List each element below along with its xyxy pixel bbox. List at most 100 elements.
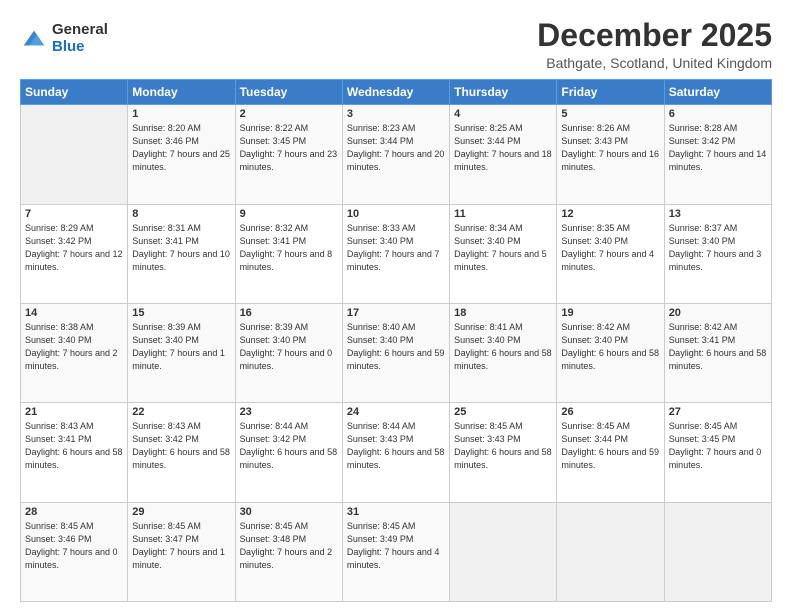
header-monday: Monday xyxy=(128,80,235,105)
day-number: 2 xyxy=(240,108,338,120)
day-number: 4 xyxy=(454,108,552,120)
cell-w5-d5 xyxy=(450,502,557,601)
day-info: Sunrise: 8:41 AMSunset: 3:40 PMDaylight:… xyxy=(454,321,552,373)
cell-w1-d1 xyxy=(21,105,128,204)
header-sunday: Sunday xyxy=(21,80,128,105)
day-number: 6 xyxy=(669,108,767,120)
cell-w3-d6: 19 Sunrise: 8:42 AMSunset: 3:40 PMDayligh… xyxy=(557,303,664,402)
day-info: Sunrise: 8:45 AMSunset: 3:47 PMDaylight:… xyxy=(132,520,230,572)
day-number: 23 xyxy=(240,406,338,418)
week-row-3: 14Sunrise: 8:38 AMSunset: 3:40 PMDayligh… xyxy=(21,303,772,402)
day-info: Sunrise: 8:44 AMSunset: 3:43 PMDaylight:… xyxy=(347,420,445,472)
day-info: Sunrise: 8:31 AMSunset: 3:41 PMDaylight:… xyxy=(132,222,230,274)
cell-w3-d3: 16Sunrise: 8:39 AMSunset: 3:40 PMDayligh… xyxy=(235,303,342,402)
day-info: Sunrise: 8:40 AMSunset: 3:40 PMDaylight:… xyxy=(347,321,445,373)
logo: General Blue xyxy=(20,22,108,55)
day-number: 5 xyxy=(561,108,659,120)
day-number: 11 xyxy=(454,208,552,220)
header: General Blue December 2025 Bathgate, Sco… xyxy=(20,18,772,71)
day-info: Sunrise: 8:37 AMSunset: 3:40 PMDaylight:… xyxy=(669,222,767,274)
cell-w5-d4: 31 Sunrise: 8:45 AMSunset: 3:49 PMDayligh… xyxy=(342,502,449,601)
cell-w5-d7 xyxy=(664,502,771,601)
cell-w3-d2: 15 Sunrise: 8:39 AMSunset: 3:40 PMDayligh… xyxy=(128,303,235,402)
day-number: 26 xyxy=(561,406,659,418)
day-info: Sunrise: 8:38 AMSunset: 3:40 PMDaylight:… xyxy=(25,321,123,373)
cell-w2-d7: 13 Sunrise: 8:37 AMSunset: 3:40 PMDayligh… xyxy=(664,204,771,303)
day-number: 1 xyxy=(132,108,230,120)
header-saturday: Saturday xyxy=(664,80,771,105)
cell-w1-d4: 3 Sunrise: 8:23 AMSunset: 3:44 PMDaylight… xyxy=(342,105,449,204)
header-thursday: Thursday xyxy=(450,80,557,105)
day-info: Sunrise: 8:26 AMSunset: 3:43 PMDaylight:… xyxy=(561,122,659,174)
day-number: 19 xyxy=(561,307,659,319)
week-row-5: 28 Sunrise: 8:45 AMSunset: 3:46 PMDayligh… xyxy=(21,502,772,601)
day-info: Sunrise: 8:33 AMSunset: 3:40 PMDaylight:… xyxy=(347,222,445,274)
cell-w3-d5: 18 Sunrise: 8:41 AMSunset: 3:40 PMDayligh… xyxy=(450,303,557,402)
day-number: 15 xyxy=(132,307,230,319)
week-row-4: 21Sunrise: 8:43 AMSunset: 3:41 PMDayligh… xyxy=(21,403,772,502)
day-info: Sunrise: 8:43 AMSunset: 3:42 PMDaylight:… xyxy=(132,420,230,472)
cell-w1-d6: 5 Sunrise: 8:26 AMSunset: 3:43 PMDaylight… xyxy=(557,105,664,204)
day-info: Sunrise: 8:45 AMSunset: 3:48 PMDaylight:… xyxy=(240,520,338,572)
day-info: Sunrise: 8:25 AMSunset: 3:44 PMDaylight:… xyxy=(454,122,552,174)
day-info: Sunrise: 8:43 AMSunset: 3:41 PMDaylight:… xyxy=(25,420,123,472)
header-row: Sunday Monday Tuesday Wednesday Thursday… xyxy=(21,80,772,105)
cell-w2-d6: 12Sunrise: 8:35 AMSunset: 3:40 PMDayligh… xyxy=(557,204,664,303)
cell-w1-d5: 4 Sunrise: 8:25 AMSunset: 3:44 PMDaylight… xyxy=(450,105,557,204)
cell-w4-d2: 22Sunrise: 8:43 AMSunset: 3:42 PMDayligh… xyxy=(128,403,235,502)
day-info: Sunrise: 8:28 AMSunset: 3:42 PMDaylight:… xyxy=(669,122,767,174)
day-info: Sunrise: 8:32 AMSunset: 3:41 PMDaylight:… xyxy=(240,222,338,274)
day-number: 29 xyxy=(132,506,230,518)
week-row-2: 7 Sunrise: 8:29 AMSunset: 3:42 PMDaylight… xyxy=(21,204,772,303)
day-number: 3 xyxy=(347,108,445,120)
day-info: Sunrise: 8:42 AMSunset: 3:41 PMDaylight:… xyxy=(669,321,767,373)
day-info: Sunrise: 8:39 AMSunset: 3:40 PMDaylight:… xyxy=(132,321,230,373)
cell-w4-d5: 25 Sunrise: 8:45 AMSunset: 3:43 PMDayligh… xyxy=(450,403,557,502)
day-info: Sunrise: 8:34 AMSunset: 3:40 PMDaylight:… xyxy=(454,222,552,274)
header-tuesday: Tuesday xyxy=(235,80,342,105)
cell-w2-d4: 10 Sunrise: 8:33 AMSunset: 3:40 PMDayligh… xyxy=(342,204,449,303)
week-row-1: 1 Sunrise: 8:20 AMSunset: 3:46 PMDaylight… xyxy=(21,105,772,204)
day-info: Sunrise: 8:45 AMSunset: 3:45 PMDaylight:… xyxy=(669,420,767,472)
cell-w4-d6: 26Sunrise: 8:45 AMSunset: 3:44 PMDayligh… xyxy=(557,403,664,502)
cell-w5-d3: 30Sunrise: 8:45 AMSunset: 3:48 PMDayligh… xyxy=(235,502,342,601)
header-wednesday: Wednesday xyxy=(342,80,449,105)
day-number: 10 xyxy=(347,208,445,220)
day-number: 18 xyxy=(454,307,552,319)
cell-w1-d2: 1 Sunrise: 8:20 AMSunset: 3:46 PMDaylight… xyxy=(128,105,235,204)
day-number: 12 xyxy=(561,208,659,220)
calendar-header: Sunday Monday Tuesday Wednesday Thursday… xyxy=(21,80,772,105)
day-info: Sunrise: 8:45 AMSunset: 3:46 PMDaylight:… xyxy=(25,520,123,572)
cell-w4-d4: 24 Sunrise: 8:44 AMSunset: 3:43 PMDayligh… xyxy=(342,403,449,502)
logo-text: General Blue xyxy=(52,22,108,55)
day-info: Sunrise: 8:23 AMSunset: 3:44 PMDaylight:… xyxy=(347,122,445,174)
cell-w2-d2: 8Sunrise: 8:31 AMSunset: 3:41 PMDaylight… xyxy=(128,204,235,303)
day-info: Sunrise: 8:45 AMSunset: 3:49 PMDaylight:… xyxy=(347,520,445,572)
day-number: 25 xyxy=(454,406,552,418)
day-info: Sunrise: 8:20 AMSunset: 3:46 PMDaylight:… xyxy=(132,122,230,174)
day-number: 20 xyxy=(669,307,767,319)
cell-w2-d1: 7 Sunrise: 8:29 AMSunset: 3:42 PMDaylight… xyxy=(21,204,128,303)
logo-general-text: General xyxy=(52,22,108,39)
day-info: Sunrise: 8:22 AMSunset: 3:45 PMDaylight:… xyxy=(240,122,338,174)
cell-w5-d1: 28 Sunrise: 8:45 AMSunset: 3:46 PMDayligh… xyxy=(21,502,128,601)
cell-w3-d1: 14Sunrise: 8:38 AMSunset: 3:40 PMDayligh… xyxy=(21,303,128,402)
calendar-table: Sunday Monday Tuesday Wednesday Thursday… xyxy=(20,79,772,602)
cell-w2-d3: 9 Sunrise: 8:32 AMSunset: 3:41 PMDaylight… xyxy=(235,204,342,303)
day-number: 13 xyxy=(669,208,767,220)
day-number: 17 xyxy=(347,307,445,319)
day-number: 9 xyxy=(240,208,338,220)
cell-w1-d3: 2 Sunrise: 8:22 AMSunset: 3:45 PMDaylight… xyxy=(235,105,342,204)
day-number: 28 xyxy=(25,506,123,518)
day-info: Sunrise: 8:29 AMSunset: 3:42 PMDaylight:… xyxy=(25,222,123,274)
day-number: 7 xyxy=(25,208,123,220)
day-number: 24 xyxy=(347,406,445,418)
day-info: Sunrise: 8:44 AMSunset: 3:42 PMDaylight:… xyxy=(240,420,338,472)
cell-w2-d5: 11 Sunrise: 8:34 AMSunset: 3:40 PMDayligh… xyxy=(450,204,557,303)
title-section: December 2025 Bathgate, Scotland, United… xyxy=(537,18,772,71)
day-number: 31 xyxy=(347,506,445,518)
day-info: Sunrise: 8:42 AMSunset: 3:40 PMDaylight:… xyxy=(561,321,659,373)
day-info: Sunrise: 8:45 AMSunset: 3:43 PMDaylight:… xyxy=(454,420,552,472)
header-friday: Friday xyxy=(557,80,664,105)
cell-w1-d7: 6 Sunrise: 8:28 AMSunset: 3:42 PMDaylight… xyxy=(664,105,771,204)
